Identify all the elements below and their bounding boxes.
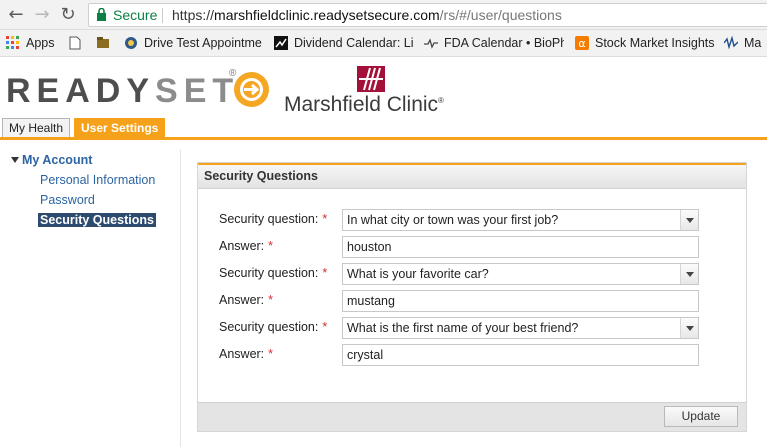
bookmark-page[interactable] [68,30,88,57]
panel-footer: Update [198,402,746,431]
address-bar[interactable]: Secure https://marshfieldclinic.readyset… [88,3,767,27]
expand-arrow-icon[interactable] [11,157,19,163]
answer-label: Answer: * [219,239,273,253]
bookmark-apps[interactable]: Apps [6,30,55,57]
required-mark: * [322,212,328,226]
required-mark: * [322,320,328,334]
answer-label-text: Answer: [219,239,265,253]
bookmarks-bar: Apps Drive Test Appointme Dividend Calen… [0,30,767,57]
answer-input-3[interactable]: crystal [342,344,699,366]
url-scheme: https:// [172,7,215,23]
wave-icon [724,36,738,50]
answer-row-2: Answer: * mustang [219,290,699,312]
select-value: What is the first name of your best frie… [347,321,579,335]
question-label: Security question: * [219,266,327,280]
tab-my-health[interactable]: My Health [2,118,71,137]
required-mark: * [268,293,274,307]
bookmark-ma[interactable]: Ma [724,30,767,57]
answer-label: Answer: * [219,347,273,361]
answer-label-text: Answer: [219,347,265,361]
clinic-registered-mark: ® [438,96,444,105]
security-question-select-3[interactable]: What is the first name of your best frie… [342,317,699,339]
required-mark: * [268,347,274,361]
answer-label: Answer: * [219,293,273,307]
apps-grid-icon [6,36,19,49]
bookmark-label: FDA Calendar • BioPh [444,36,564,50]
question-label-text: Security question: [219,212,319,226]
bookmark-label: Ma [744,36,762,50]
back-arrow-icon[interactable]: ← [6,5,26,25]
question-label-text: Security question: [219,266,319,280]
chevron-down-icon[interactable] [680,210,698,230]
main-tabs: My Health User Settings [0,118,767,140]
answer-input-1[interactable]: houston [342,236,699,258]
sidebar-item-password[interactable]: Password [40,193,95,207]
question-row-3: Security question: * What is the first na… [219,317,699,339]
bookmark-label: Stock Market Insights [595,36,715,50]
select-value: In what city or town was your first job? [347,213,559,227]
readyset-logo: READYSET [6,72,239,111]
clinic-name-text: Marshfield Clinic [284,93,439,116]
forward-arrow-icon[interactable]: → [32,5,52,25]
answer-label-text: Answer: [219,293,265,307]
bookmark-fda-calendar[interactable]: FDA Calendar • BioPh [424,30,564,57]
marshfield-clinic-emblem-icon [357,66,385,92]
url-path: /rs/#/user/questions [439,7,562,23]
security-questions-panel: Security Questions Security question: * I… [197,162,747,432]
answer-row-3: Answer: * crystal [219,344,699,366]
chart-icon [274,36,288,50]
panel-title: Security Questions [198,163,746,189]
logo-ready-text: READY [6,72,156,110]
bookmark-label: Dividend Calendar: Li [294,36,414,50]
bookmark-drive-test[interactable]: Drive Test Appointme [124,30,264,57]
security-question-select-2[interactable]: What is your favorite car? [342,263,699,285]
browser-toolbar: ← → ↻ Secure https://marshfieldclinic.re… [0,0,767,30]
question-label: Security question: * [219,320,327,334]
question-label-text: Security question: [219,320,319,334]
reload-icon[interactable]: ↻ [58,5,78,25]
required-mark: * [268,239,274,253]
answer-input-2[interactable]: mustang [342,290,699,312]
update-button[interactable]: Update [664,406,738,427]
sidebar-divider [180,150,181,447]
question-row-2: Security question: * What is your favorit… [219,263,699,285]
answer-row-1: Answer: * houston [219,236,699,258]
bookmark-folder[interactable] [96,30,116,57]
tab-user-settings[interactable]: User Settings [74,118,166,137]
folder-icon [97,37,109,48]
svg-text:α: α [578,37,585,50]
omnibox-separator [162,8,163,23]
url-text: https://marshfieldclinic.readysetsecure.… [172,4,562,26]
logo-arrow-icon [234,72,269,107]
question-row-1: Security question: * In what city or town… [219,209,699,231]
page-icon [69,36,81,50]
sidebar-section-my-account[interactable]: My Account [22,153,92,167]
dmv-icon [125,37,137,49]
security-question-select-1[interactable]: In what city or town was your first job? [342,209,699,231]
pulse-icon [424,38,438,49]
bookmark-dividend-calendar[interactable]: Dividend Calendar: Li [274,30,414,57]
required-mark: * [322,266,328,280]
question-label: Security question: * [219,212,327,226]
alpha-icon: α [575,36,589,50]
sidebar-item-personal-information[interactable]: Personal Information [40,173,155,187]
chevron-down-icon[interactable] [680,318,698,338]
bookmark-stock-market[interactable]: α Stock Market Insights [575,30,715,57]
sidebar-item-security-questions[interactable]: Security Questions [38,213,156,227]
clinic-name: Marshfield Clinic® [284,93,444,117]
bookmark-label: Apps [26,36,55,50]
secure-label: Secure [113,7,158,23]
chevron-down-icon[interactable] [680,264,698,284]
bookmark-label: Drive Test Appointme [144,36,262,50]
select-value: What is your favorite car? [347,267,489,281]
lock-icon [97,8,106,21]
url-host: marshfieldclinic.readysetsecure.com [214,7,440,23]
logo-set-text: SET [155,72,240,110]
